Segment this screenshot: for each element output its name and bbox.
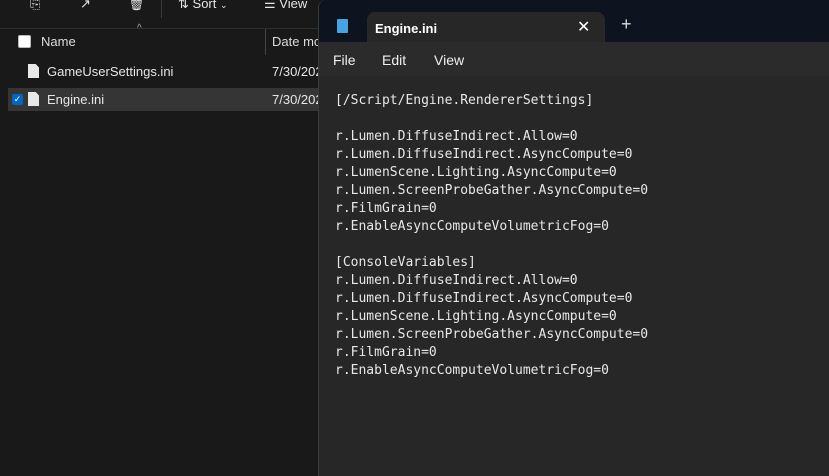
ini-file-icon: [28, 92, 39, 106]
text-line: r.Lumen.DiffuseIndirect.Allow=0: [335, 129, 578, 144]
text-line: [/Script/Engine.RendererSettings]: [335, 93, 594, 108]
view-button[interactable]: ☰ View: [264, 0, 307, 12]
text-line: [335, 236, 648, 254]
file-explorer: ⎘ ↗ 🗑 ⇅ Sort ⌄ ☰ View ^ Name Date mo Gam…: [0, 0, 330, 476]
text-line: r.EnableAsyncComputeVolumetricFog=0: [335, 363, 609, 378]
view-icon: ☰: [264, 0, 276, 11]
sort-ascending-icon: ^: [137, 23, 142, 34]
new-tab-icon[interactable]: +: [621, 14, 632, 35]
explorer-toolbar: ⎘ ↗ 🗑 ⇅ Sort ⌄ ☰ View: [0, 0, 330, 24]
text-line: r.FilmGrain=0: [335, 201, 437, 216]
share-icon[interactable]: ↗: [80, 0, 91, 12]
text-line: [ConsoleVariables]: [335, 255, 476, 270]
text-line: r.FilmGrain=0: [335, 345, 437, 360]
ini-file-icon: [28, 64, 39, 78]
column-date-modified[interactable]: Date mo: [272, 34, 321, 49]
select-all-checkbox[interactable]: [18, 35, 31, 48]
text-line: [335, 110, 648, 128]
text-line: r.Lumen.ScreenProbeGather.AsyncCompute=0: [335, 327, 649, 342]
text-line: r.Lumen.ScreenProbeGather.AsyncCompute=0: [335, 183, 649, 198]
delete-icon[interactable]: 🗑: [128, 0, 145, 12]
text-line: r.Lumen.DiffuseIndirect.Allow=0: [335, 273, 578, 288]
file-row-selected[interactable]: ✓ Engine.ini 7/30/202: [8, 88, 330, 111]
menu-file[interactable]: File: [333, 52, 356, 68]
toolbar-divider: [161, 0, 162, 18]
checkbox-checked-icon[interactable]: ✓: [12, 94, 23, 105]
text-line: r.Lumen.DiffuseIndirect.AsyncCompute=0: [335, 147, 633, 162]
text-line: r.Lumen.DiffuseIndirect.AsyncCompute=0: [335, 291, 633, 306]
rename-icon[interactable]: ⎘: [30, 0, 40, 12]
sort-icon: ⇅: [178, 0, 189, 11]
tab-engine-ini[interactable]: Engine.ini ✕: [367, 12, 605, 44]
text-editor[interactable]: [/Script/Engine.RendererSettings] r.Lumen…: [335, 92, 648, 380]
title-bar: Engine.ini ✕ +: [319, 0, 829, 44]
menu-edit[interactable]: Edit: [382, 52, 406, 68]
notepad-app-icon: [337, 19, 348, 33]
text-line: r.LumenScene.Lighting.AsyncCompute=0: [335, 165, 617, 180]
column-header: ^ Name Date mo: [0, 23, 330, 55]
close-tab-icon[interactable]: ✕: [577, 17, 590, 37]
chevron-down-icon: ⌄: [220, 0, 228, 10]
menu-view[interactable]: View: [434, 52, 464, 68]
text-line: r.EnableAsyncComputeVolumetricFog=0: [335, 219, 609, 234]
notepad-window: Engine.ini ✕ + File Edit View [/Script/E…: [318, 0, 829, 476]
text-line: r.LumenScene.Lighting.AsyncCompute=0: [335, 309, 617, 324]
file-row[interactable]: GameUserSettings.ini 7/30/202: [8, 60, 330, 83]
column-divider[interactable]: [265, 29, 266, 55]
sort-button[interactable]: ⇅ Sort ⌄: [178, 0, 228, 12]
menu-bar: File Edit View: [319, 42, 829, 76]
column-name[interactable]: Name: [41, 34, 76, 49]
